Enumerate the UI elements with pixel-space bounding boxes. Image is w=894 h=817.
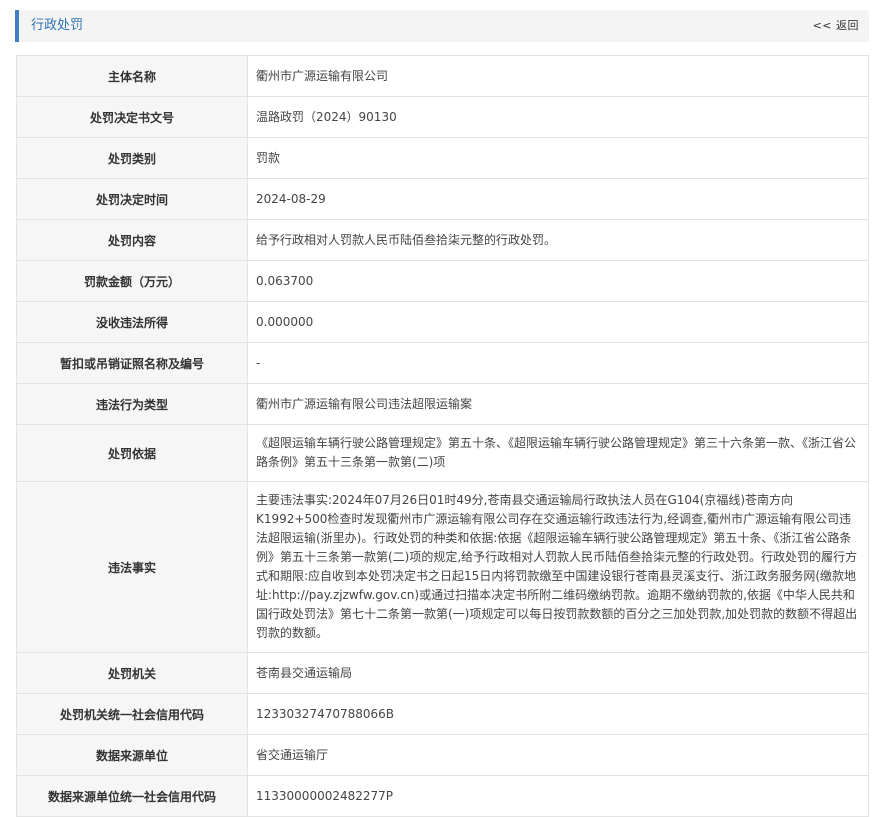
- field-label: 处罚决定书文号: [16, 96, 248, 138]
- field-label: 违法行为类型: [16, 383, 248, 425]
- table-row: 罚款金额（万元） 0.063700: [16, 260, 869, 302]
- field-label: 数据来源单位: [16, 734, 248, 776]
- header-accent-bar: [15, 10, 19, 42]
- table-row: 处罚机关 苍南县交通运输局: [16, 652, 869, 694]
- table-row: 数据来源单位 省交通运输厅: [16, 734, 869, 776]
- table-row: 处罚依据 《超限运输车辆行驶公路管理规定》第五十条、《超限运输车辆行驶公路管理规…: [16, 424, 869, 482]
- field-value: 苍南县交通运输局: [247, 652, 869, 694]
- field-label: 数据来源单位统一社会信用代码: [16, 775, 248, 817]
- field-label: 处罚依据: [16, 424, 248, 482]
- table-row: 处罚决定时间 2024-08-29: [16, 178, 869, 220]
- table-row: 违法事实 主要违法事实:2024年07月26日01时49分,苍南县交通运输局行政…: [16, 481, 869, 653]
- field-label: 主体名称: [16, 55, 248, 97]
- field-value: 衢州市广源运输有限公司: [247, 55, 869, 97]
- field-value: 2024-08-29: [247, 178, 869, 220]
- table-row: 处罚机关统一社会信用代码 12330327470788066B: [16, 693, 869, 735]
- section-title: 行政处罚: [31, 18, 84, 33]
- field-label: 处罚机关统一社会信用代码: [16, 693, 248, 735]
- field-label: 罚款金额（万元）: [16, 260, 248, 302]
- field-value: 温路政罚（2024）90130: [247, 96, 869, 138]
- field-value: 《超限运输车辆行驶公路管理规定》第五十条、《超限运输车辆行驶公路管理规定》第三十…: [247, 424, 869, 482]
- field-value: 衢州市广源运输有限公司违法超限运输案: [247, 383, 869, 425]
- field-label: 处罚类别: [16, 137, 248, 179]
- field-value: 罚款: [247, 137, 869, 179]
- field-value: 省交通运输厅: [247, 734, 869, 776]
- table-row: 违法行为类型 衢州市广源运输有限公司违法超限运输案: [16, 383, 869, 425]
- field-label: 处罚决定时间: [16, 178, 248, 220]
- field-label: 违法事实: [16, 481, 248, 653]
- field-label: 处罚机关: [16, 652, 248, 694]
- field-value: 主要违法事实:2024年07月26日01时49分,苍南县交通运输局行政执法人员在…: [247, 481, 869, 653]
- table-row: 没收违法所得 0.000000: [16, 301, 869, 343]
- field-value: 12330327470788066B: [247, 693, 869, 735]
- table-row: 处罚类别 罚款: [16, 137, 869, 179]
- table-row: 处罚内容 给予行政相对人罚款人民币陆佰叁拾柒元整的行政处罚。: [16, 219, 869, 261]
- table-row: 暂扣或吊销证照名称及编号 -: [16, 342, 869, 384]
- penalty-info-table: 主体名称 衢州市广源运输有限公司 处罚决定书文号 温路政罚（2024）90130…: [16, 55, 869, 817]
- table-row: 数据来源单位统一社会信用代码 11330000002482277P: [16, 775, 869, 817]
- field-label: 没收违法所得: [16, 301, 248, 343]
- field-value: 0.063700: [247, 260, 869, 302]
- field-value: 0.000000: [247, 301, 869, 343]
- back-link[interactable]: << 返回: [813, 10, 859, 42]
- field-value: 给予行政相对人罚款人民币陆佰叁拾柒元整的行政处罚。: [247, 219, 869, 261]
- table-row: 处罚决定书文号 温路政罚（2024）90130: [16, 96, 869, 138]
- field-value: 11330000002482277P: [247, 775, 869, 817]
- field-label: 处罚内容: [16, 219, 248, 261]
- section-header: 行政处罚 << 返回: [15, 10, 869, 42]
- field-value: -: [247, 342, 869, 384]
- field-label: 暂扣或吊销证照名称及编号: [16, 342, 248, 384]
- table-row: 主体名称 衢州市广源运输有限公司: [16, 55, 869, 97]
